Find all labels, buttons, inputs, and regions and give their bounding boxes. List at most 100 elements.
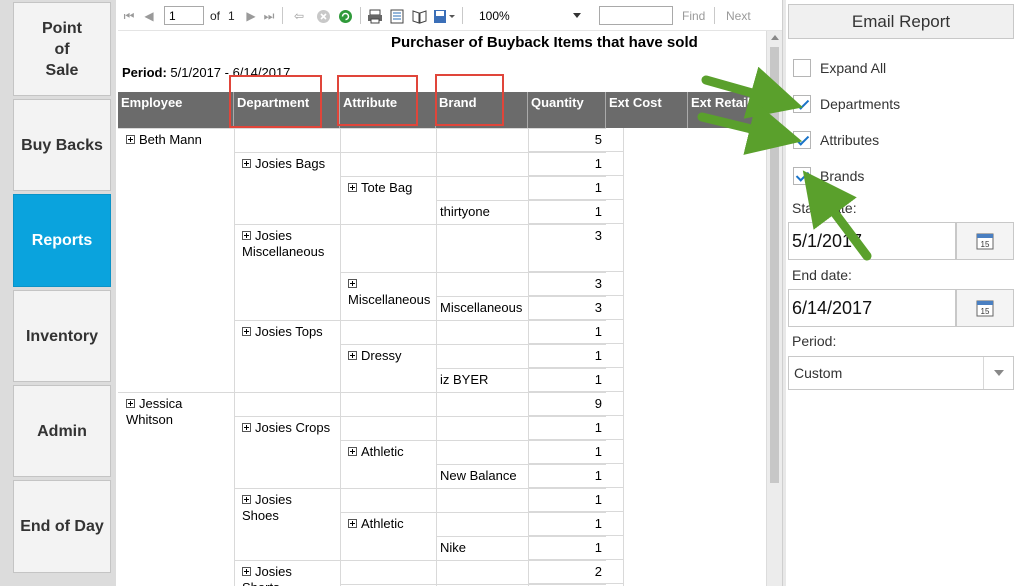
quantity-cell-border <box>528 512 624 536</box>
export-icon[interactable] <box>433 8 455 24</box>
toolbar-separator <box>282 7 283 24</box>
toolbar-separator <box>360 7 361 24</box>
start-date-input[interactable]: 5/1/2017 <box>788 222 956 260</box>
column-header-brand: Brand <box>436 92 528 128</box>
nav-inventory-button[interactable]: Inventory <box>13 290 111 382</box>
quantity-cell-border <box>528 128 624 152</box>
nav-admin-button[interactable]: Admin <box>13 385 111 477</box>
period-value: Custom <box>794 365 843 381</box>
first-page-icon[interactable]: ⏮ <box>122 8 136 24</box>
column-header-quantity: Quantity <box>528 92 606 128</box>
quantity-cell-border <box>528 344 624 368</box>
checkbox-checked[interactable] <box>793 95 811 113</box>
column-header-attribute: Attribute <box>340 92 436 128</box>
stop-icon[interactable] <box>315 8 331 24</box>
print-layout-icon[interactable] <box>389 8 405 24</box>
zoom-select[interactable]: 100% <box>474 6 586 25</box>
quantity-cell-border <box>528 200 624 224</box>
toolbar-separator <box>714 7 715 24</box>
checkbox-checked[interactable] <box>793 131 811 149</box>
nav-reports-label: Reports <box>31 232 93 249</box>
brands-checkbox[interactable]: Brands <box>793 166 864 186</box>
expand-all-checkbox[interactable]: Expand All <box>793 58 886 78</box>
attributes-checkbox[interactable]: Attributes <box>793 130 879 150</box>
nav-buy-backs-button[interactable]: Buy Backs <box>13 99 111 191</box>
quantity-cell-border <box>528 224 624 272</box>
scroll-up-icon[interactable] <box>771 35 779 40</box>
refresh-icon[interactable] <box>337 8 353 24</box>
quantity-cell-border <box>528 464 624 488</box>
page-setup-icon[interactable] <box>411 8 427 24</box>
print-icon[interactable] <box>367 8 383 24</box>
toolbar-separator <box>462 7 463 24</box>
email-report-button[interactable]: Email Report <box>788 4 1014 39</box>
report-period-label: Period: <box>122 65 167 80</box>
quantity-cell-border <box>528 560 624 584</box>
nav-point-of-sale-label: Point of Sale <box>42 19 82 79</box>
back-icon[interactable]: ⇦ <box>292 8 306 24</box>
column-header-ext-retail: Ext Retail <box>688 92 766 128</box>
column-divider <box>528 128 529 586</box>
end-date-calendar-button[interactable]: 15 <box>956 289 1014 327</box>
quantity-cell-border <box>528 392 624 416</box>
report-viewer: Purchaser of Buyback Items that have sol… <box>118 31 766 586</box>
nav-end-of-day-button[interactable]: End of Day <box>13 480 111 573</box>
start-date-calendar-button[interactable]: 15 <box>956 222 1014 260</box>
report-toolbar: ⏮ ◀ 1 of 1 ▶ ⏭ ⇦ 100% Find Next <box>118 0 782 31</box>
report-scrollbar[interactable] <box>766 31 782 586</box>
checkbox-box[interactable] <box>793 59 811 77</box>
svg-text:15: 15 <box>981 240 990 249</box>
nav-inventory-label: Inventory <box>25 327 98 345</box>
report-title: Purchaser of Buyback Items that have sol… <box>391 34 698 51</box>
quantity-cell-border <box>528 320 624 344</box>
chevron-down-icon[interactable] <box>983 357 1013 389</box>
zoom-value: 100% <box>479 8 510 23</box>
end-date-label: End date: <box>792 267 852 283</box>
quantity-cell-border <box>528 416 624 440</box>
departments-checkbox[interactable]: Departments <box>793 94 900 114</box>
column-divider <box>436 128 437 586</box>
page-of-label: of <box>210 9 221 23</box>
period-select[interactable]: Custom <box>788 356 1014 390</box>
brands-label: Brands <box>820 168 865 184</box>
quantity-cell-border <box>528 536 624 560</box>
report-period: Period: 5/1/2017 - 6/14/2017 <box>122 65 290 80</box>
nav-buy-backs-label: Buy Backs <box>21 136 103 154</box>
start-date-label: Start date: <box>792 200 857 216</box>
find-link[interactable]: Find <box>682 9 705 23</box>
zoom-dropdown-icon <box>573 13 581 18</box>
quantity-cell-border <box>528 272 624 296</box>
total-pages-label: 1 <box>228 9 235 23</box>
end-date-input[interactable]: 6/14/2017 <box>788 289 956 327</box>
find-next-link[interactable]: Next <box>726 9 751 23</box>
quantity-cell-border <box>528 152 624 176</box>
last-page-icon[interactable]: ⏭ <box>262 8 276 24</box>
expand-all-label: Expand All <box>820 60 887 76</box>
column-header-employee: Employee <box>118 92 234 128</box>
previous-page-icon[interactable]: ◀ <box>142 8 156 24</box>
quantity-cell-border <box>528 488 624 512</box>
quantity-cell-border <box>528 368 624 392</box>
period-label: Period: <box>792 333 837 349</box>
attributes-label: Attributes <box>820 132 880 148</box>
page-number-input[interactable]: 1 <box>164 6 204 25</box>
email-report-panel: Email Report Expand All Departments Attr… <box>786 0 1023 586</box>
quantity-cell-border <box>528 176 624 200</box>
column-header-department: Department <box>234 92 340 128</box>
nav-end-of-day-label: End of Day <box>20 518 104 535</box>
calendar-icon: 15 <box>976 233 994 250</box>
quantity-cell-border <box>528 296 624 320</box>
scrollbar-thumb[interactable] <box>770 47 779 483</box>
nav-admin-label: Admin <box>37 422 87 440</box>
svg-text:15: 15 <box>981 307 990 316</box>
checkbox-checked[interactable] <box>793 167 811 185</box>
report-period-value: 5/1/2017 - 6/14/2017 <box>170 65 291 80</box>
nav-point-of-sale-button[interactable]: Point of Sale <box>13 2 111 96</box>
next-page-icon[interactable]: ▶ <box>244 8 258 24</box>
nav-reports-button[interactable]: Reports <box>13 194 111 287</box>
column-divider <box>340 128 341 586</box>
find-input[interactable] <box>599 6 673 25</box>
column-divider <box>234 128 235 586</box>
column-header-ext-cost: Ext Cost <box>606 92 688 128</box>
calendar-icon: 15 <box>976 300 994 317</box>
